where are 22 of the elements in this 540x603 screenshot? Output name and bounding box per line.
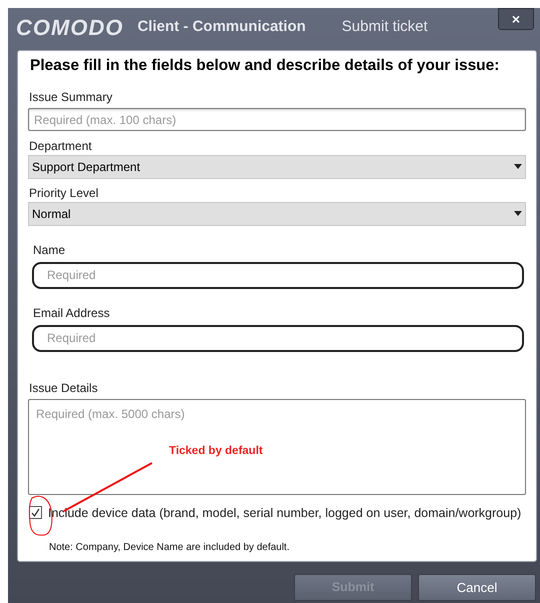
- field-label: Name: [33, 242, 66, 256]
- field-label: Issue Summary: [29, 90, 114, 104]
- dropdown[interactable]: Support Department: [28, 154, 526, 178]
- note-text: Note: Company, Device Name are included by default.: [49, 542, 290, 554]
- logo: COMODO: [16, 14, 124, 42]
- field-label: Priority Level: [29, 186, 100, 200]
- caret-icon: [514, 211, 522, 216]
- input-field[interactable]: Required: [32, 262, 524, 288]
- window-subtitle: Submit ticket: [342, 16, 428, 37]
- dialog-button[interactable]: Cancel: [418, 574, 536, 601]
- form-heading: Please fill in the fields below and describe details of your issue:: [30, 56, 500, 76]
- input-field[interactable]: Required: [32, 324, 524, 352]
- annotation-text: Ticked by default: [169, 444, 263, 458]
- close-button[interactable]: ×: [498, 8, 534, 30]
- field-label: Department: [29, 138, 93, 152]
- caret-icon: [514, 164, 522, 169]
- input-field[interactable]: Required (max. 100 chars): [28, 108, 526, 131]
- field-label: Issue Details: [29, 380, 99, 394]
- dropdown[interactable]: Normal: [28, 202, 526, 226]
- field-label: Email Address: [33, 306, 111, 320]
- window-title: Client - Communication: [137, 16, 306, 37]
- checkbox[interactable]: [29, 506, 42, 519]
